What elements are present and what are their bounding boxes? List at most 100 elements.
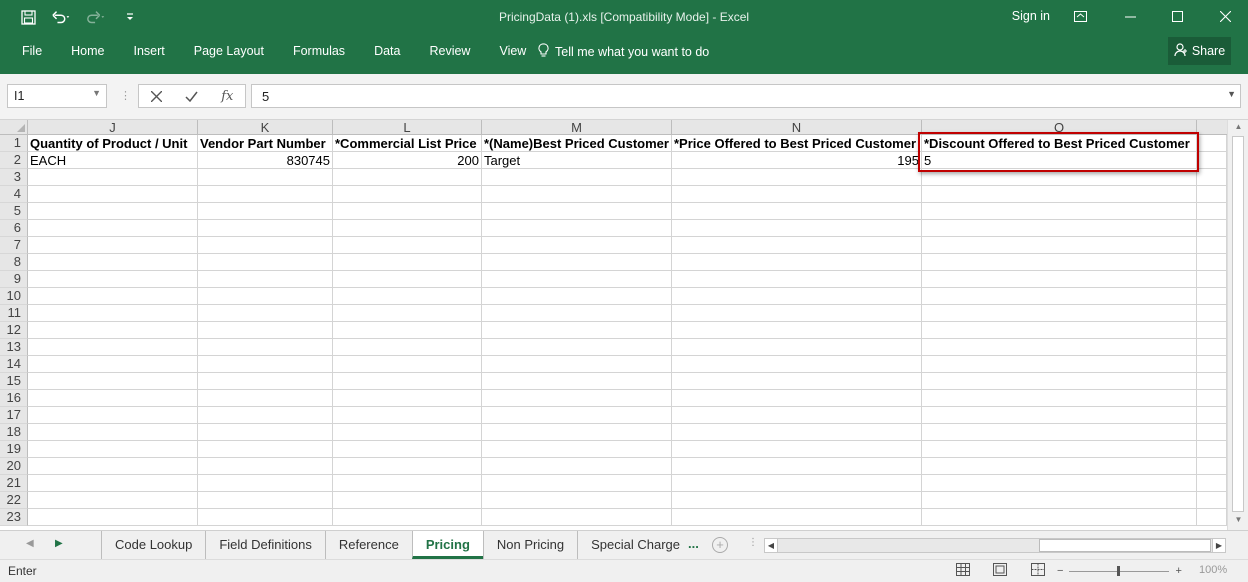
share-button[interactable]: Share	[1168, 37, 1231, 65]
empty-cell[interactable]	[672, 237, 922, 254]
empty-cell[interactable]	[482, 288, 672, 305]
empty-cell[interactable]	[922, 475, 1197, 492]
empty-cell[interactable]	[672, 322, 922, 339]
empty-cell[interactable]	[1197, 390, 1227, 407]
tab-insert[interactable]: Insert	[134, 44, 165, 58]
empty-cell[interactable]	[482, 441, 672, 458]
row-header[interactable]: 2	[0, 152, 28, 169]
sheet-tab-non-pricing[interactable]: Non Pricing	[482, 531, 577, 559]
ribbon-display-options-icon[interactable]	[1060, 4, 1100, 28]
row-header[interactable]: 7	[0, 237, 28, 254]
select-all-corner[interactable]	[0, 120, 28, 135]
empty-cell[interactable]	[1197, 152, 1227, 169]
empty-cell[interactable]	[672, 271, 922, 288]
empty-cell[interactable]	[333, 288, 482, 305]
worksheet-grid[interactable]: J K L M N O 1 2 3 4 5 6 7 8 9 10 11 12 13 14 15 16 17 18 1…	[0, 120, 1227, 530]
empty-cell[interactable]	[482, 390, 672, 407]
empty-cell[interactable]	[1197, 186, 1227, 203]
empty-cell[interactable]	[333, 441, 482, 458]
column-header-o[interactable]: O	[922, 120, 1197, 135]
cell-n2[interactable]: 195	[672, 152, 922, 169]
empty-cell[interactable]	[1197, 322, 1227, 339]
empty-cell[interactable]	[333, 407, 482, 424]
cell-l1[interactable]: *Commercial List Price	[333, 135, 482, 152]
empty-cell[interactable]	[482, 509, 672, 526]
empty-cell[interactable]	[198, 220, 333, 237]
empty-cell[interactable]	[672, 288, 922, 305]
cell-m2[interactable]: Target	[482, 152, 672, 169]
column-header-j[interactable]: J	[28, 120, 198, 135]
empty-cell[interactable]	[922, 407, 1197, 424]
horizontal-scrollbar[interactable]: ◀ ▶	[764, 538, 1226, 553]
empty-cell[interactable]	[28, 339, 198, 356]
empty-cell[interactable]	[482, 237, 672, 254]
empty-cell[interactable]	[922, 373, 1197, 390]
empty-cell[interactable]	[482, 475, 672, 492]
sheet-tab-reference[interactable]: Reference	[324, 531, 412, 559]
cell-k2[interactable]: 830745	[198, 152, 333, 169]
empty-cell[interactable]	[1197, 441, 1227, 458]
prev-sheet-icon[interactable]: ◀	[26, 538, 34, 549]
empty-cell[interactable]	[28, 322, 198, 339]
empty-cell[interactable]	[198, 475, 333, 492]
empty-cell[interactable]	[198, 356, 333, 373]
row-header[interactable]: 19	[0, 441, 28, 458]
empty-cell[interactable]	[28, 186, 198, 203]
empty-cell[interactable]	[333, 220, 482, 237]
sheet-tab-code-lookup[interactable]: Code Lookup	[101, 531, 205, 559]
empty-cell[interactable]	[672, 254, 922, 271]
zoom-slider-knob[interactable]	[1117, 565, 1121, 576]
next-sheet-icon[interactable]: ▶	[55, 538, 63, 549]
grip-icon[interactable]: ⋮	[120, 89, 132, 102]
empty-cell[interactable]	[482, 254, 672, 271]
minimize-icon[interactable]	[1110, 4, 1150, 28]
empty-cell[interactable]	[672, 203, 922, 220]
empty-cell[interactable]	[198, 441, 333, 458]
empty-cell[interactable]	[28, 169, 198, 186]
empty-cell[interactable]	[672, 458, 922, 475]
empty-cell[interactable]	[672, 186, 922, 203]
empty-cell[interactable]	[922, 254, 1197, 271]
scroll-left-icon[interactable]: ◀	[765, 539, 778, 552]
sheet-tab-field-definitions[interactable]: Field Definitions	[205, 531, 325, 559]
column-header-m[interactable]: M	[482, 120, 672, 135]
empty-cell[interactable]	[28, 220, 198, 237]
empty-cell[interactable]	[1197, 373, 1227, 390]
cancel-icon[interactable]	[150, 90, 162, 102]
page-layout-view-icon[interactable]	[993, 563, 1007, 576]
empty-cell[interactable]	[333, 305, 482, 322]
empty-cell[interactable]	[672, 424, 922, 441]
empty-cell[interactable]	[333, 475, 482, 492]
empty-cell[interactable]	[922, 322, 1197, 339]
empty-cell[interactable]	[922, 203, 1197, 220]
tab-data[interactable]: Data	[374, 44, 400, 58]
empty-cell[interactable]	[922, 424, 1197, 441]
tab-view[interactable]: View	[499, 44, 526, 58]
row-header[interactable]: 11	[0, 305, 28, 322]
empty-cell[interactable]	[28, 441, 198, 458]
empty-cell[interactable]	[482, 169, 672, 186]
empty-cell[interactable]	[672, 492, 922, 509]
close-icon[interactable]	[1205, 4, 1245, 28]
more-sheets-button[interactable]: ...	[688, 536, 699, 551]
empty-cell[interactable]	[198, 305, 333, 322]
empty-cell[interactable]	[28, 356, 198, 373]
vertical-scrollbar[interactable]: ▲ ▼	[1227, 120, 1248, 530]
normal-view-icon[interactable]	[956, 563, 970, 576]
empty-cell[interactable]	[1197, 305, 1227, 322]
sign-in-link[interactable]: Sign in	[1012, 9, 1050, 23]
empty-cell[interactable]	[1197, 220, 1227, 237]
row-header[interactable]: 21	[0, 475, 28, 492]
empty-cell[interactable]	[28, 492, 198, 509]
scroll-right-icon[interactable]: ▶	[1212, 539, 1225, 552]
empty-cell[interactable]	[1197, 271, 1227, 288]
empty-cell[interactable]	[333, 390, 482, 407]
empty-cell[interactable]	[922, 220, 1197, 237]
empty-cell[interactable]	[672, 220, 922, 237]
row-header[interactable]: 5	[0, 203, 28, 220]
column-header-l[interactable]: L	[333, 120, 482, 135]
empty-cell[interactable]	[922, 271, 1197, 288]
empty-cell[interactable]	[1197, 254, 1227, 271]
empty-cell[interactable]	[672, 356, 922, 373]
empty-cell[interactable]	[28, 373, 198, 390]
